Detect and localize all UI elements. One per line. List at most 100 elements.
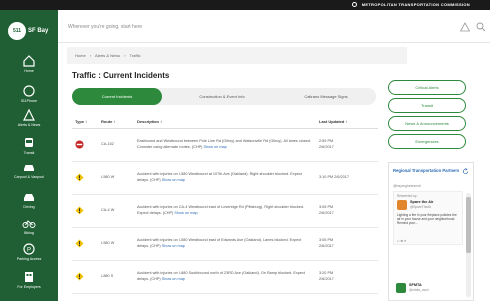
route-cell: I-880 S [98, 260, 134, 294]
tweet-body: Lighting a fire in your fireplace pollut… [397, 213, 457, 226]
table-row: I-580 W Accident with injuries on I-580 … [72, 227, 378, 261]
table-row: CA-152 Eastbound and Westbound between P… [72, 128, 378, 162]
critical-alerts-button[interactable]: Critical Alerts [388, 80, 466, 95]
warning-icon [75, 239, 84, 248]
tab-current-incidents[interactable]: Current Incidents [72, 88, 162, 105]
table-row: I-580 W Accident with injuries on I-580 … [72, 161, 378, 195]
time-text: 3:10 PM 2/6/2017 [319, 174, 349, 179]
tweet-actions[interactable]: ↩ ⇄ ♥ [397, 239, 406, 243]
home-icon [23, 55, 35, 67]
sidebar-item-label: 511Phone [20, 99, 38, 103]
svg-text:P: P [27, 248, 31, 254]
tweet-card[interactable]: Retweeted by... Spare the Air @SpareTheA… [393, 191, 463, 245]
tab-bar: Current Incidents Construction & Event I… [72, 88, 376, 105]
sidebar-item-alerts-news[interactable]: Alerts & News [0, 108, 58, 138]
logo[interactable]: 511 SF Bay [8, 14, 52, 48]
col-header-description[interactable]: Description ↕ [134, 115, 316, 129]
show-on-map-link[interactable]: Show on map [174, 211, 197, 215]
breadcrumb: Home › Alerts & News › Traffic [67, 47, 407, 64]
sidebar-item-label: Driving [23, 205, 35, 209]
refresh-icon[interactable] [462, 168, 469, 175]
car-front-icon [24, 194, 34, 201]
scrollbar[interactable] [466, 193, 471, 297]
col-header-last-updated[interactable]: Last Updated ↕ [316, 115, 378, 129]
twitter-handle[interactable]: @bayregiontransit [393, 184, 421, 188]
retweet-label: Retweeted by... [397, 194, 419, 198]
time-text: 3:05 PM [319, 205, 334, 210]
sidebar-item-label: Home [24, 69, 34, 73]
bus-icon [25, 138, 33, 147]
table-row: I-880 S Accident with injuries on I-880 … [72, 260, 378, 294]
tab-caltrans-signs[interactable]: Caltrans Message Signs [278, 88, 374, 105]
date-text: 2/6/2017 [319, 210, 334, 215]
date-text: 2/6/2017 [319, 243, 334, 248]
route-cell: CA-4 W [98, 194, 134, 228]
alert-category-buttons: Critical Alerts Transit News & Announcem… [388, 80, 466, 152]
top-bar: METROPOLITAN TRANSPORTATION COMMISSION [0, 0, 490, 10]
news-announcements-button[interactable]: News & Announcements [388, 116, 466, 131]
sidebar-item-label: Biking [24, 231, 34, 235]
breadcrumb-home[interactable]: Home [75, 53, 86, 58]
parking-icon: P [23, 243, 35, 255]
tab-construction[interactable]: Construction & Event Info [172, 88, 272, 105]
warning-triangle-icon[interactable] [460, 22, 470, 32]
route-cell: I-580 W [98, 161, 134, 195]
tweet-card[interactable]: SFMTA @sfmta_muni [393, 281, 463, 300]
bike-icon [22, 220, 36, 228]
sidebar-item-label: Transit [23, 151, 35, 155]
mtc-brand-text: METROPOLITAN TRANSPORTATION COMMISSION [361, 2, 470, 7]
time-text: 3:05 PM [319, 238, 334, 243]
col-header-route[interactable]: Route ↕ [98, 115, 134, 129]
incidents-table: Type ↕ Route ↕ Description ↕ Last Update… [72, 115, 378, 294]
mtc-logo-icon [352, 2, 358, 8]
phone-circle-icon [23, 85, 35, 97]
sidebar-item-label: For Employers [17, 285, 41, 289]
sidebar-item-home[interactable]: Home [0, 54, 58, 84]
show-on-map-link[interactable]: Show on map [203, 145, 226, 149]
breadcrumb-alerts[interactable]: Alerts & News [95, 53, 120, 58]
sidebar-item-label: Parking Access [16, 257, 42, 261]
date-text: 2/6/2017 [319, 276, 334, 281]
transit-button[interactable]: Transit [388, 98, 466, 113]
breadcrumb-current: Traffic [129, 53, 141, 58]
sidebar-item-carpool[interactable]: Carpool & Vanpool [0, 160, 58, 190]
avatar[interactable] [397, 200, 407, 210]
logo-badge: 511 [8, 22, 26, 40]
time-text: 3:20 PM [319, 271, 334, 276]
sidebar-item-parking[interactable]: P Parking Access [0, 242, 58, 272]
tweet-author[interactable]: Spare the Air [410, 200, 434, 204]
alert-icon [23, 108, 35, 121]
breadcrumb-separator: › [89, 53, 92, 58]
search-icon[interactable] [476, 22, 486, 32]
sidebar: 511 SF Bay Home 511Phone Alerts & News T… [0, 10, 58, 301]
scrollbar-thumb[interactable] [466, 197, 471, 253]
warning-icon [75, 272, 84, 281]
tweet-handle[interactable]: @SpareTheAir [410, 205, 431, 209]
description-text: Accident with injuries on CA-4 Westbound… [137, 205, 305, 215]
sidebar-item-employers[interactable]: For Employers [0, 270, 58, 300]
sidebar-item-label: Carpool & Vanpool [14, 175, 44, 179]
show-on-map-link[interactable]: Show on map [162, 277, 185, 281]
building-icon [25, 272, 33, 282]
twitter-feed: Regional Transportation Partners @bayreg… [388, 162, 474, 301]
search-input[interactable]: Wherever you're going, start here [68, 24, 142, 30]
tweet-author[interactable]: SFMTA [409, 283, 422, 287]
car-icon [24, 165, 34, 171]
avatar[interactable] [396, 283, 406, 293]
tweet-handle[interactable]: @sfmta_muni [409, 288, 429, 292]
page-title: Traffic : Current Incidents [72, 71, 170, 80]
sidebar-item-label: Alerts & News [17, 123, 41, 127]
emergencies-button[interactable]: Emergencies [388, 134, 466, 149]
show-on-map-link[interactable]: Show on map [162, 244, 185, 248]
header: Wherever you're going, start here [58, 10, 490, 43]
table-row: CA-4 W Accident with injuries on CA-4 We… [72, 194, 378, 228]
show-on-map-link[interactable]: Show on map [162, 178, 185, 182]
breadcrumb-separator: › [124, 53, 126, 58]
mtc-brand[interactable]: METROPOLITAN TRANSPORTATION COMMISSION [352, 2, 470, 8]
twitter-heading[interactable]: Regional Transportation Partners [393, 168, 461, 173]
col-header-type[interactable]: Type ↕ [72, 115, 98, 129]
closure-icon [75, 140, 84, 149]
route-cell: I-580 W [98, 227, 134, 261]
warning-icon [75, 206, 84, 215]
date-text: 2/6/2017 [319, 144, 334, 149]
